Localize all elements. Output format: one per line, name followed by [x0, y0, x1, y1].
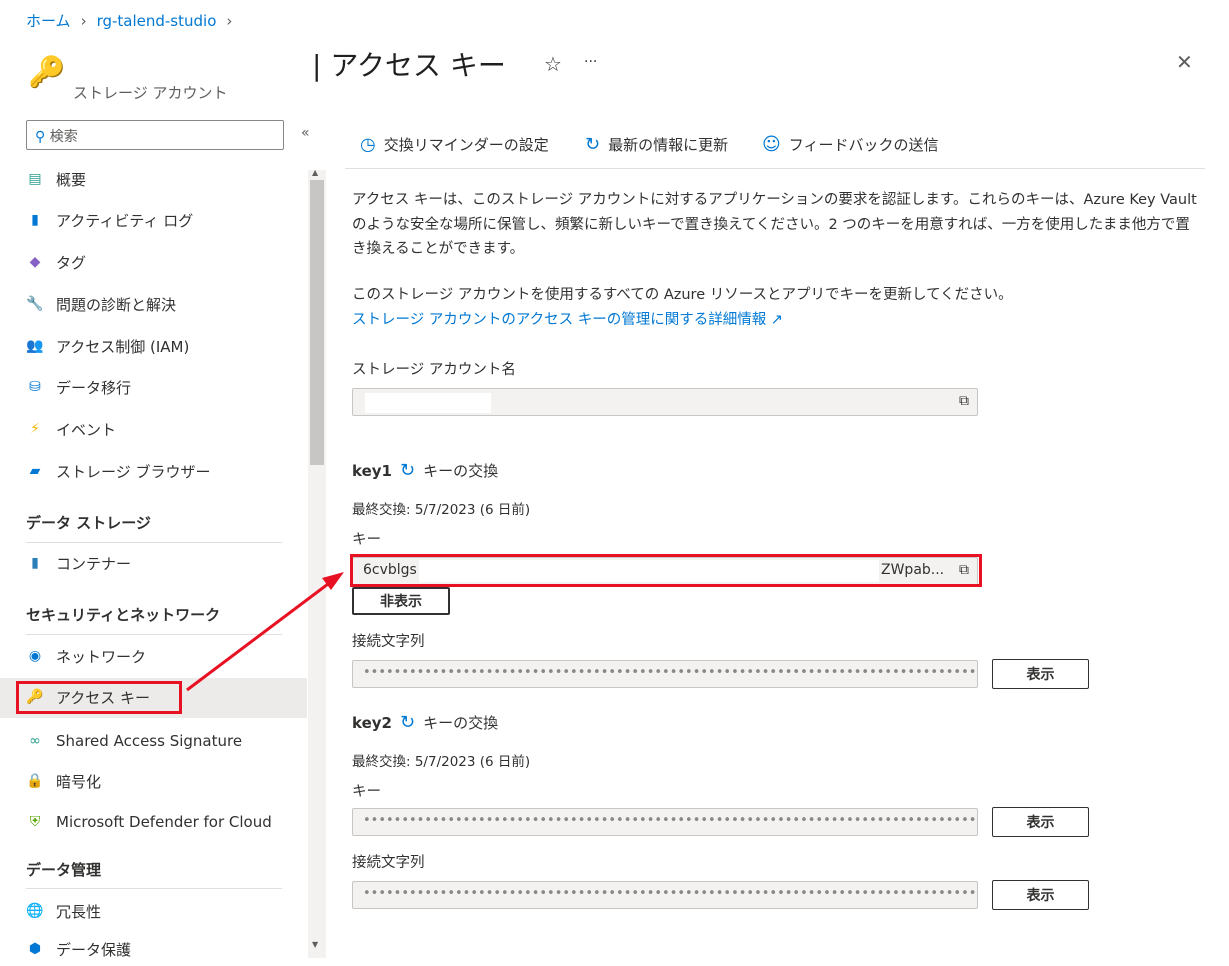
annotation-arrow	[186, 572, 344, 692]
